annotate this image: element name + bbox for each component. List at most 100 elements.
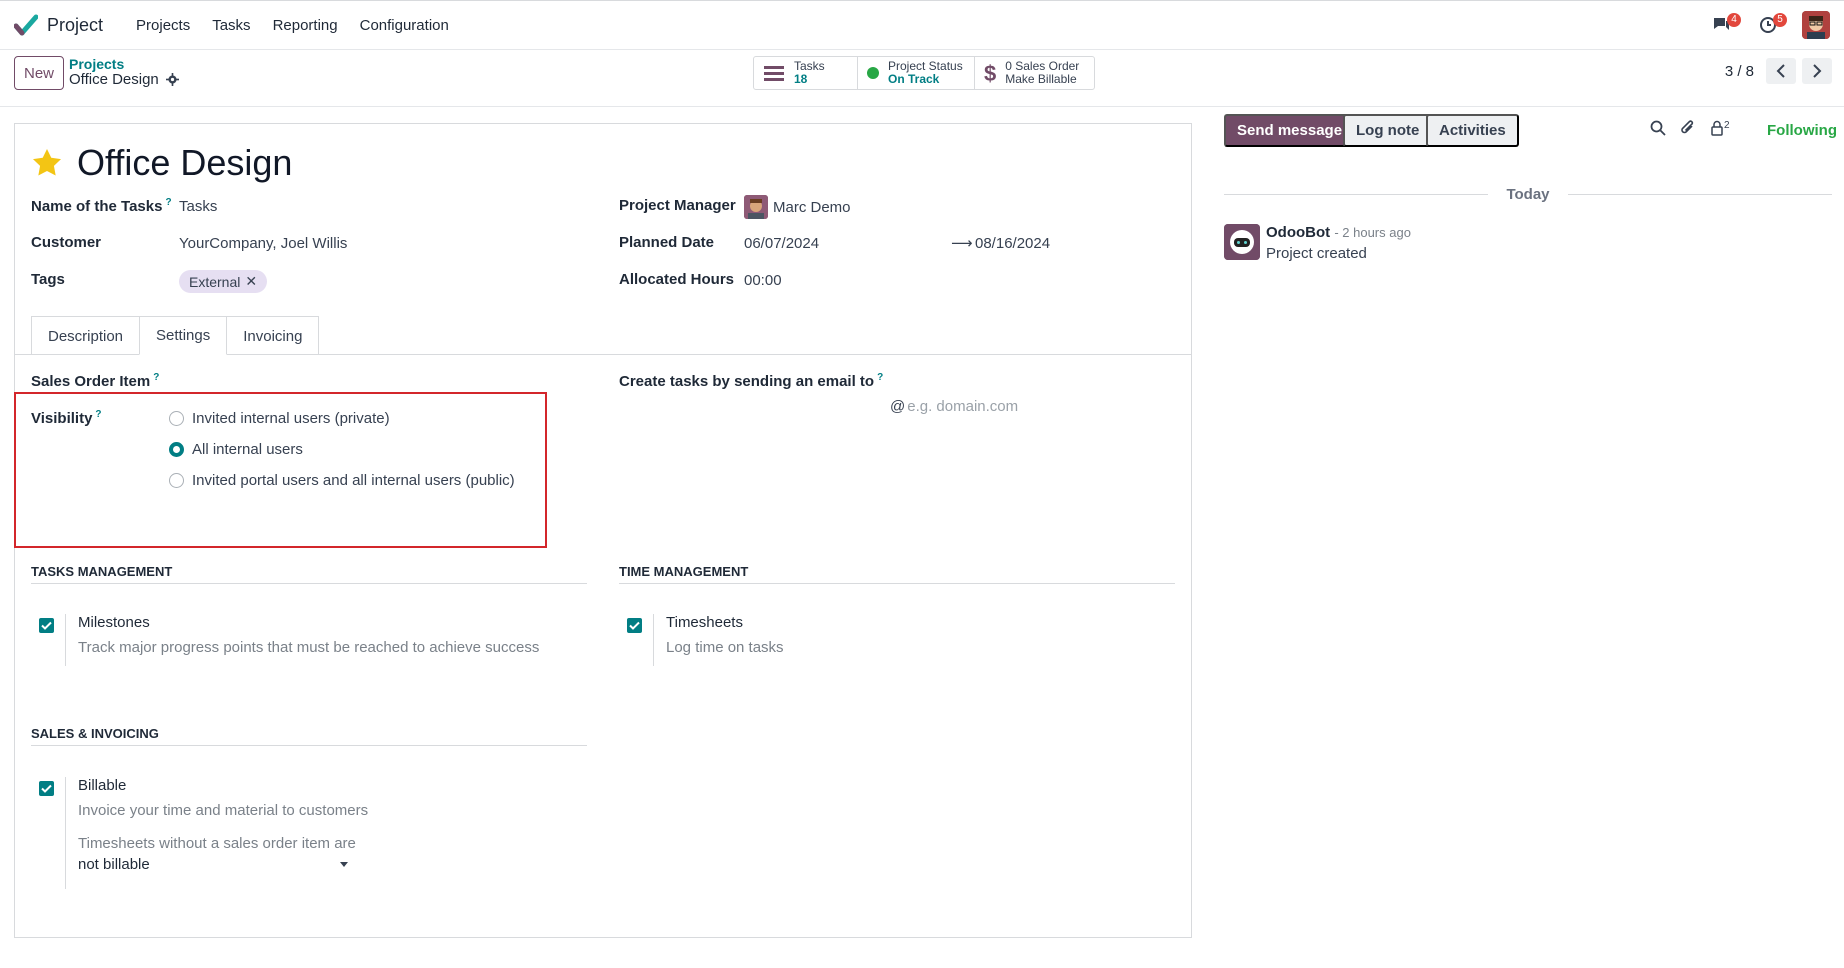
tab-settings[interactable]: Settings <box>139 316 228 355</box>
sales-order-item-label-text: Sales Order Item <box>31 373 151 390</box>
planned-date-end-input[interactable]: 08/16/2024 <box>975 235 1050 252</box>
pager: 3 / 8 <box>1725 58 1832 84</box>
sales-order-smart-button[interactable]: $ 0 Sales Order Make Billable <box>975 57 1094 89</box>
chevron-right-icon <box>1813 64 1822 78</box>
help-icon[interactable]: ? <box>165 197 171 208</box>
form-sheet: Office Design Name of the Tasks? Tasks C… <box>14 123 1192 938</box>
milestones-checkbox[interactable] <box>39 618 54 633</box>
separator-line <box>1567 194 1832 195</box>
breadcrumb-current: Office Design <box>69 71 179 88</box>
sales-order-item-label: Sales Order Item? <box>31 372 159 390</box>
menu-item-tasks[interactable]: Tasks <box>201 17 261 34</box>
menu-item-configuration[interactable]: Configuration <box>349 17 460 34</box>
time-management-title: TIME MANAGEMENT <box>619 564 1175 584</box>
billable-checkbox[interactable] <box>39 781 54 796</box>
pager-next-button[interactable] <box>1802 58 1832 84</box>
messages-badge: 4 <box>1727 13 1741 27</box>
control-panel: New Projects Office Design Tasks 18 Proje… <box>0 51 1844 107</box>
pager-previous-button[interactable] <box>1766 58 1796 84</box>
log-note-button[interactable]: Log note <box>1343 114 1433 147</box>
caret-down-icon <box>340 862 348 867</box>
breadcrumb-projects[interactable]: Projects <box>69 56 124 72</box>
milestones-text: Milestones Track major progress points t… <box>78 614 539 666</box>
timesheets-description: Log time on tasks <box>666 639 784 656</box>
tasks-stat-label: Tasks <box>794 59 825 73</box>
customer-label: Customer <box>31 234 102 251</box>
allocated-hours-input[interactable]: 00:00 <box>744 272 782 289</box>
chatter-message: OdooBot - 2 hours ago Project created <box>1224 224 1411 262</box>
search-icon[interactable] <box>1650 120 1666 136</box>
app-name[interactable]: Project <box>47 15 103 36</box>
help-icon[interactable]: ? <box>95 409 101 420</box>
messaging-icon[interactable]: 4 <box>1710 10 1741 40</box>
tasks-smart-button[interactable]: Tasks 18 <box>754 57 858 89</box>
project-title[interactable]: Office Design <box>77 142 292 184</box>
menu-item-projects[interactable]: Projects <box>125 17 201 34</box>
remove-tag-icon[interactable]: ✕ <box>245 273 257 290</box>
milestones-title: Milestones <box>78 614 150 631</box>
radio-public[interactable] <box>169 473 184 488</box>
gear-icon[interactable] <box>165 73 179 86</box>
project-app-logo-icon[interactable] <box>14 13 38 37</box>
followers-count: 2 <box>1724 120 1730 131</box>
activities-button[interactable]: Activities <box>1426 114 1519 147</box>
timesheets-without-so-select[interactable]: not billable <box>78 856 348 873</box>
help-icon[interactable]: ? <box>153 372 159 383</box>
timesheets-without-so-value: not billable <box>78 856 150 873</box>
project-manager-input[interactable]: Marc Demo <box>744 195 851 219</box>
tag-external[interactable]: External ✕ <box>179 270 268 293</box>
name-of-tasks-label: Name of the Tasks? <box>31 197 172 215</box>
tab-description[interactable]: Description <box>31 316 141 355</box>
message-time: - 2 hours ago <box>1334 225 1411 240</box>
send-message-button[interactable]: Send message <box>1224 114 1356 147</box>
radio-private[interactable] <box>169 411 184 426</box>
title-row: Office Design <box>31 142 292 184</box>
allocated-hours-label: Allocated Hours <box>619 271 735 288</box>
visibility-option-public[interactable]: Invited portal users and all internal us… <box>169 472 515 489</box>
message-author[interactable]: OdooBot <box>1266 224 1330 241</box>
radio-internal[interactable] <box>169 442 184 457</box>
date-separator-label: Today <box>1506 186 1550 203</box>
pager-value[interactable]: 3 / 8 <box>1725 63 1754 80</box>
checkmark-icon <box>41 621 52 630</box>
email-alias-label: Create tasks by sending an email to? <box>619 372 883 390</box>
activity-clock-icon[interactable]: 5 <box>1756 10 1787 40</box>
visibility-label-text: Visibility <box>31 410 93 427</box>
tags-label: Tags <box>31 271 65 288</box>
menu-item-reporting[interactable]: Reporting <box>262 17 349 34</box>
planned-date-start-input[interactable]: 06/07/2024 <box>744 235 819 252</box>
timesheets-checkbox[interactable] <box>627 618 642 633</box>
paperclip-icon[interactable] <box>1680 119 1696 137</box>
name-of-tasks-input[interactable]: Tasks <box>179 198 217 215</box>
setting-divider <box>65 614 66 666</box>
planned-date-label: Planned Date <box>619 234 715 251</box>
email-domain-input[interactable]: @ e.g. domain.com <box>890 398 1018 415</box>
billable-text: Billable Invoice your time and material … <box>78 777 368 889</box>
favorite-star-icon[interactable] <box>31 147 63 179</box>
chatter-topbar-icons: 2 <box>1650 119 1730 137</box>
new-button[interactable]: New <box>14 56 64 90</box>
email-alias-label-text: Create tasks by sending an email to <box>619 373 875 390</box>
notebook-tabs: Description Settings Invoicing <box>31 316 320 355</box>
user-avatar[interactable] <box>1802 11 1830 39</box>
followers-button[interactable]: 2 <box>1710 120 1730 136</box>
visibility-option-private[interactable]: Invited internal users (private) <box>169 410 390 427</box>
visibility-option-internal[interactable]: All internal users <box>169 441 303 458</box>
help-icon[interactable]: ? <box>877 372 883 383</box>
project-status-smart-button[interactable]: Project Status On Track <box>858 57 975 89</box>
tasks-icon <box>763 64 785 82</box>
date-separator: Today <box>1224 186 1832 203</box>
checkmark-icon <box>629 621 640 630</box>
timesheets-setting: Timesheets Log time on tasks <box>627 614 784 666</box>
timesheets-text: Timesheets Log time on tasks <box>666 614 784 666</box>
tag-label: External <box>189 273 241 290</box>
visibility-label: Visibility? <box>31 409 102 427</box>
systray: 4 5 <box>1710 10 1830 40</box>
following-button[interactable]: Following <box>1767 122 1837 139</box>
dollar-icon: $ <box>984 60 997 86</box>
odoobot-avatar[interactable] <box>1224 224 1260 260</box>
tab-invoicing[interactable]: Invoicing <box>226 316 320 355</box>
manager-avatar <box>744 195 768 219</box>
tasks-stat-value: 18 <box>794 72 808 86</box>
customer-input[interactable]: YourCompany, Joel Willis <box>179 235 347 252</box>
